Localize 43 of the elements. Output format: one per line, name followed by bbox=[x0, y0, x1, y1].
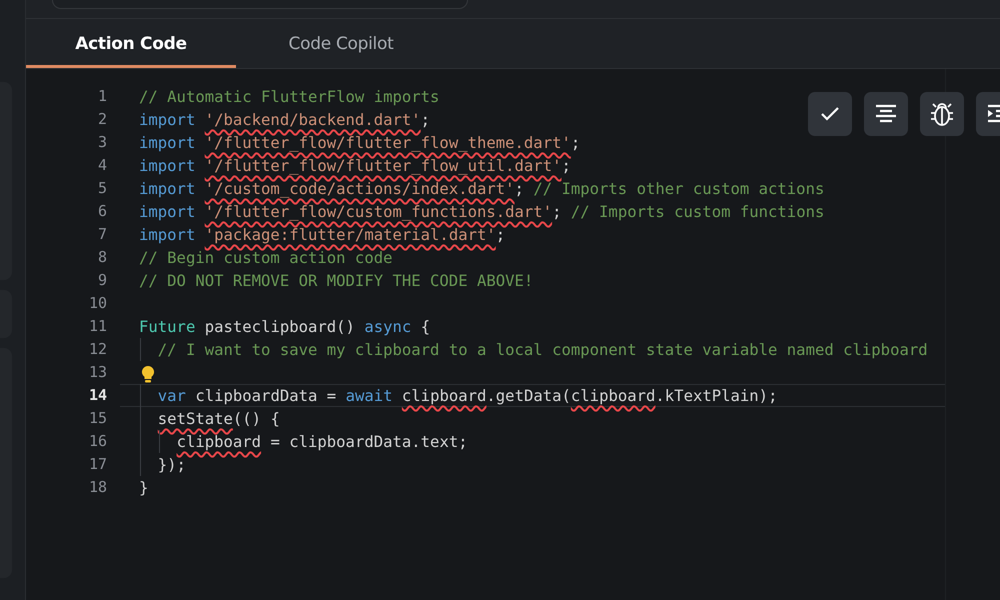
line-number: 4 bbox=[98, 155, 107, 176]
line-number: 18 bbox=[88, 477, 107, 498]
code-line: Future pasteclipboard() async { bbox=[139, 318, 430, 336]
line-number: 9 bbox=[98, 270, 107, 291]
line-number: 6 bbox=[98, 201, 107, 222]
bug-icon bbox=[929, 100, 955, 128]
code-line: }); bbox=[156, 456, 186, 474]
line-number: 11 bbox=[88, 316, 107, 337]
lightbulb-icon[interactable] bbox=[141, 364, 155, 383]
line-number: 15 bbox=[88, 408, 107, 429]
code-line: // DO NOT REMOVE OR MODIFY THE CODE ABOVE! bbox=[139, 272, 534, 290]
line-number: 16 bbox=[88, 431, 107, 452]
tab[interactable]: Code Copilot bbox=[236, 19, 446, 68]
line-number: 5 bbox=[98, 178, 107, 199]
line-number: 3 bbox=[98, 132, 107, 153]
code-line: import '/flutter_flow/flutter_flow_theme.dart'; bbox=[139, 134, 580, 152]
toolbar-button[interactable] bbox=[864, 92, 908, 136]
line-number: 2 bbox=[98, 109, 107, 130]
check-icon bbox=[820, 106, 840, 122]
line-number: 14 bbox=[88, 385, 107, 406]
code-line: var clipboardData = await clipboard.getData(clipboard.kTextPlain); bbox=[156, 387, 778, 405]
code-line: setState(() { bbox=[156, 410, 280, 428]
toolbar-button[interactable] bbox=[808, 92, 852, 136]
line-number: 8 bbox=[98, 247, 107, 268]
line-number: 17 bbox=[88, 454, 107, 475]
code-line: import 'package:flutter/material.dart'; bbox=[139, 226, 506, 244]
code-line: // Begin custom action code bbox=[139, 249, 392, 267]
align-center-icon bbox=[875, 103, 897, 125]
line-number: 1 bbox=[98, 86, 107, 107]
search-field[interactable] bbox=[52, 0, 468, 9]
code-line: import '/flutter_flow/flutter_flow_util.dart'; bbox=[139, 157, 571, 175]
code-line: // Automatic FlutterFlow imports bbox=[139, 88, 440, 106]
line-number: 10 bbox=[88, 293, 107, 314]
toolbar-button[interactable] bbox=[920, 92, 964, 136]
line-number: 7 bbox=[98, 224, 107, 245]
code-line: import '/flutter_flow/custom_functions.dart'; // Imports custom functions bbox=[139, 203, 824, 221]
line-number: 13 bbox=[88, 362, 107, 383]
code-line: // I want to save my clipboard to a local component state variable named clipboard bbox=[156, 341, 928, 359]
line-number: 12 bbox=[88, 339, 107, 360]
code-line: import '/backend/backend.dart'; bbox=[139, 111, 430, 129]
code-line: } bbox=[139, 479, 148, 497]
code-line: import '/custom_code/actions/index.dart'; // Imports other custom actions bbox=[139, 180, 824, 198]
code-line: clipboard = clipboardData.text; bbox=[176, 433, 468, 451]
